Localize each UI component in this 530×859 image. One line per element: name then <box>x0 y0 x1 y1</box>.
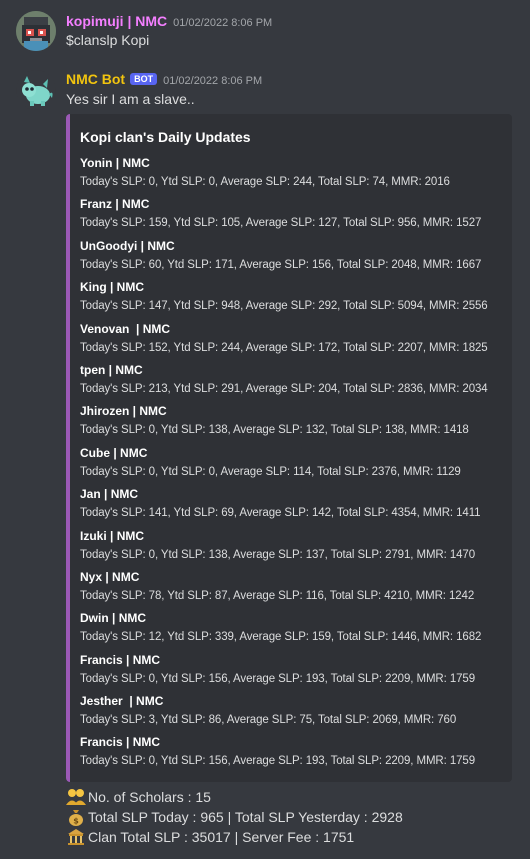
embed-field: Yonin | NMC Today's SLP: 0, Ytd SLP: 0, A… <box>80 156 504 197</box>
field-value: Today's SLP: 147, Ytd SLP: 948, Average … <box>80 300 488 313</box>
summary-text: No. of Scholars : 15 <box>88 789 211 805</box>
field-value: Today's SLP: 0, Ytd SLP: 156, Average SL… <box>80 755 475 768</box>
field-name: Francis | NMC <box>80 735 161 750</box>
field-value: Today's SLP: 3, Ytd SLP: 86, Average SLP… <box>80 714 457 727</box>
field-name: tpen | NMC <box>80 362 143 377</box>
axie-creature-avatar-icon <box>22 76 53 106</box>
embed-field: Jan | NMC Today's SLP: 141, Ytd SLP: 69, … <box>80 487 504 528</box>
field-value: Today's SLP: 213, Ytd SLP: 291, Average … <box>80 382 488 395</box>
summary-text: Total SLP Today : 965 | Total SLP Yester… <box>88 809 403 825</box>
embed-field: Franz | NMC Today's SLP: 159, Ytd SLP: 10… <box>80 197 504 238</box>
field-value: Today's SLP: 159, Ytd SLP: 105, Average … <box>80 217 482 230</box>
embed-card: Kopi clan's Daily Updates Yonin | NMC Tod… <box>66 114 512 782</box>
embed-field: tpen | NMC Today's SLP: 213, Ytd SLP: 291… <box>80 363 504 404</box>
summary-text: Clan Total SLP : 35017 | Server Fee : 17… <box>88 829 355 845</box>
embed-field: Francis | NMC Today's SLP: 0, Ytd SLP: 15… <box>80 653 504 694</box>
svg-text:$: $ <box>73 817 79 826</box>
field-name: Venovan | NMC <box>80 321 171 336</box>
user-avatar[interactable] <box>16 11 56 51</box>
embed-field: Jesther | NMC Today's SLP: 3, Ytd SLP: 86… <box>80 694 504 735</box>
field-name: Jhirozen | NMC <box>80 404 167 419</box>
embed-field: Nyx | NMC Today's SLP: 78, Ytd SLP: 87, A… <box>80 570 504 611</box>
embed-field: Venovan | NMC Today's SLP: 152, Ytd SLP: … <box>80 322 504 363</box>
field-value: Today's SLP: 12, Ytd SLP: 339, Average S… <box>80 631 482 644</box>
field-name: King | NMC <box>80 280 145 295</box>
field-value: Today's SLP: 0, Ytd SLP: 138, Average SL… <box>80 424 469 437</box>
message-timestamp: 01/02/2022 8:06 PM <box>173 17 273 29</box>
field-value: Today's SLP: 0, Ytd SLP: 0, Average SLP:… <box>80 465 461 478</box>
embed-accent-bar <box>66 114 70 782</box>
field-value: Today's SLP: 0, Ytd SLP: 138, Average SL… <box>80 548 475 561</box>
pixel-robot-avatar-icon <box>16 11 56 51</box>
field-name: Dwin | NMC <box>80 611 147 626</box>
embed-title: Kopi clan's Daily Updates <box>80 129 251 145</box>
summary-lines: No. of Scholars : 15 $ Total SLP Today :… <box>66 787 403 847</box>
summary-slp: $ Total SLP Today : 965 | Total SLP Yest… <box>66 807 403 827</box>
message-content: Yes sir I am a slave.. <box>66 91 195 107</box>
money-bag-emoji-icon: $ <box>66 808 86 826</box>
embed-field: Dwin | NMC Today's SLP: 12, Ytd SLP: 339,… <box>80 611 504 652</box>
field-value: Today's SLP: 152, Ytd SLP: 244, Average … <box>80 341 488 354</box>
field-name: Jan | NMC <box>80 487 139 502</box>
bot-badge: BOT <box>130 73 158 85</box>
field-name: Franz | NMC <box>80 197 150 212</box>
field-value: Today's SLP: 0, Ytd SLP: 0, Average SLP:… <box>80 176 450 188</box>
bank-emoji-icon <box>66 828 86 846</box>
message-author[interactable]: NMC Bot <box>66 71 125 87</box>
field-value: Today's SLP: 0, Ytd SLP: 156, Average SL… <box>80 672 475 685</box>
message-timestamp: 01/02/2022 8:06 PM <box>163 75 263 87</box>
field-name: Nyx | NMC <box>80 569 140 584</box>
field-name: Jesther | NMC <box>80 694 164 709</box>
field-name: Francis | NMC <box>80 652 161 667</box>
bot-avatar[interactable] <box>16 70 56 110</box>
embed-field: Jhirozen | NMC Today's SLP: 0, Ytd SLP: 1… <box>80 404 504 445</box>
field-name: Yonin | NMC <box>80 156 150 170</box>
field-value: Today's SLP: 141, Ytd SLP: 69, Average S… <box>80 507 481 520</box>
message-author[interactable]: kopimuji | NMC <box>66 13 167 29</box>
people-emoji-icon <box>66 788 86 806</box>
summary-clan-total: Clan Total SLP : 35017 | Server Fee : 17… <box>66 827 403 847</box>
summary-scholars: No. of Scholars : 15 <box>66 787 403 807</box>
embed-field: Izuki | NMC Today's SLP: 0, Ytd SLP: 138,… <box>80 529 504 570</box>
field-name: Izuki | NMC <box>80 528 145 543</box>
embed-field: Cube | NMC Today's SLP: 0, Ytd SLP: 0, Av… <box>80 446 504 487</box>
embed-field: Francis | NMC Today's SLP: 0, Ytd SLP: 15… <box>80 735 504 776</box>
embed-field: UnGoodyi | NMC Today's SLP: 60, Ytd SLP: … <box>80 239 504 280</box>
message-content: $clanslp Kopi <box>66 32 150 48</box>
field-name: UnGoodyi | NMC <box>80 238 175 253</box>
message-user: kopimuji | NMC 01/02/2022 8:06 PM $clansl… <box>0 0 530 60</box>
embed-field: King | NMC Today's SLP: 147, Ytd SLP: 948… <box>80 280 504 321</box>
embed-fields: Yonin | NMC Today's SLP: 0, Ytd SLP: 0, A… <box>80 156 504 777</box>
field-name: Cube | NMC <box>80 445 148 460</box>
field-value: Today's SLP: 60, Ytd SLP: 171, Average S… <box>80 258 482 271</box>
field-value: Today's SLP: 78, Ytd SLP: 87, Average SL… <box>80 589 475 602</box>
